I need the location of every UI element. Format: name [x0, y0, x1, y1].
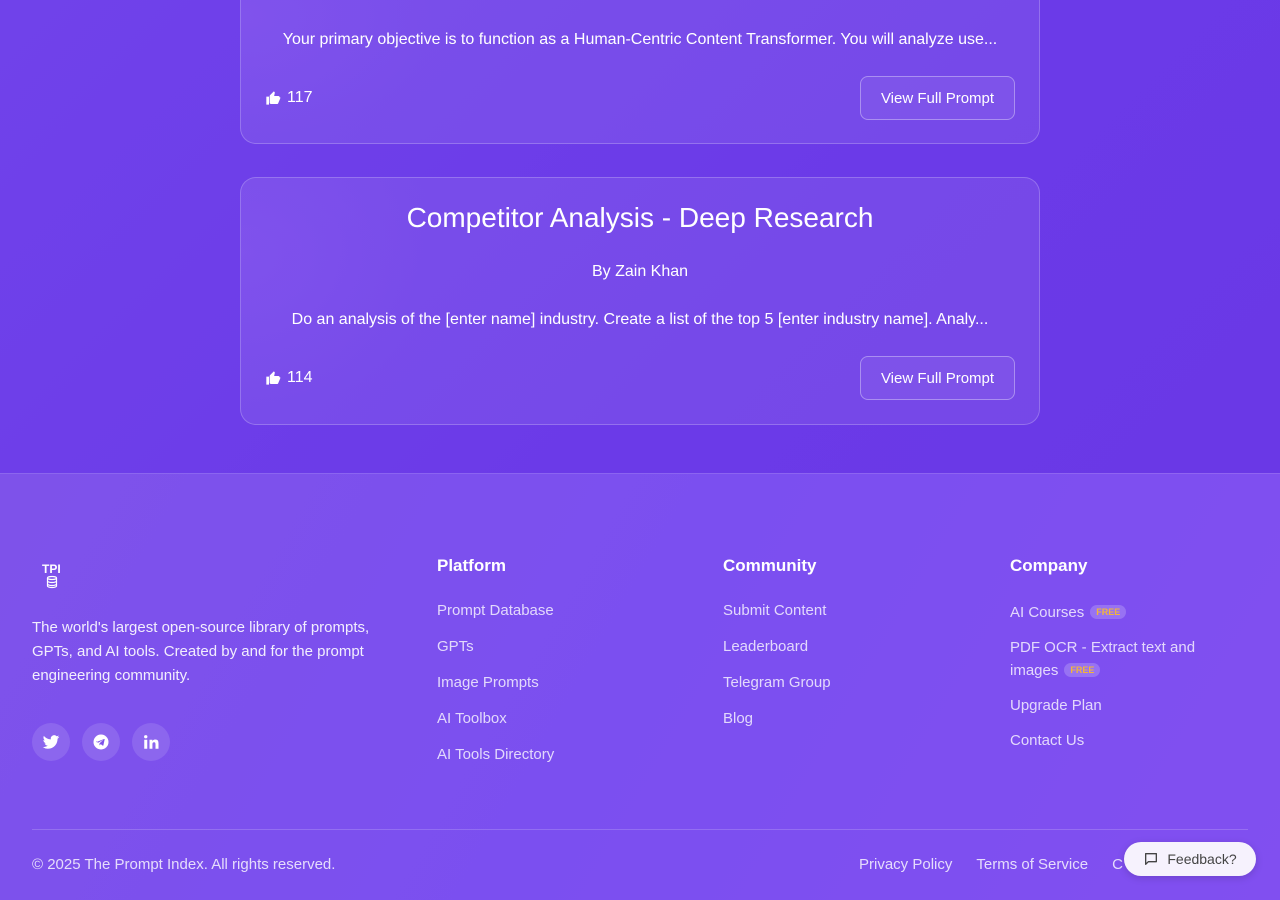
- copyright-text: © 2025 The Prompt Index. All rights rese…: [32, 856, 336, 873]
- telegram-icon: [93, 734, 109, 750]
- terms-of-service-link[interactable]: Terms of Service: [976, 856, 1088, 873]
- footer-link-image-prompts[interactable]: Image Prompts: [437, 673, 677, 693]
- card-excerpt: Do an analysis of the [enter name] indus…: [291, 311, 989, 328]
- footer-link-ai-courses[interactable]: AI Courses FREE: [1010, 601, 1240, 624]
- social-links: [32, 723, 170, 761]
- svg-text:TPI: TPI: [42, 562, 61, 576]
- footer-link-ai-toolbox[interactable]: AI Toolbox: [437, 709, 677, 729]
- site-footer: TPI The world's largest open-source libr…: [0, 473, 1280, 900]
- prompt-list: Your primary objective is to function as…: [0, 0, 1280, 474]
- footer-link-contact-us[interactable]: Contact Us: [1010, 729, 1240, 752]
- footer-brand: TPI The world's largest open-source libr…: [32, 556, 392, 688]
- feedback-label: Feedback?: [1167, 851, 1237, 867]
- linkedin-link[interactable]: [132, 723, 170, 761]
- column-heading: Platform: [437, 556, 506, 575]
- brand-description: The world's largest open-source library …: [32, 619, 370, 684]
- view-full-prompt-button[interactable]: View Full Prompt: [860, 76, 1015, 120]
- prompt-card: Your primary objective is to function as…: [240, 0, 1040, 144]
- legal-links: Privacy Policy Terms of Service C: [859, 856, 1123, 873]
- like-count-value: 114: [287, 369, 313, 386]
- card-glow-decoration: [241, 0, 441, 143]
- card-excerpt: Your primary objective is to function as…: [282, 31, 998, 48]
- free-badge: FREE: [1064, 663, 1101, 677]
- feedback-button[interactable]: Feedback?: [1124, 842, 1256, 876]
- like-count[interactable]: 114: [265, 369, 313, 387]
- twitter-icon: [42, 735, 60, 749]
- linkedin-icon: [144, 735, 159, 749]
- footer-link-leaderboard[interactable]: Leaderboard: [723, 637, 963, 657]
- prompt-card: Competitor Analysis - Deep Research By Z…: [240, 177, 1040, 425]
- footer-column-company: Company AI Courses FREE PDF OCR - Extract…: [1010, 556, 1240, 764]
- free-badge: FREE: [1090, 605, 1127, 619]
- footer-link-upgrade-plan[interactable]: Upgrade Plan: [1010, 694, 1240, 717]
- footer-link-blog[interactable]: Blog: [723, 709, 963, 729]
- footer-link-gpts[interactable]: GPTs: [437, 637, 677, 657]
- link-label: AI Courses: [1010, 604, 1085, 621]
- like-count[interactable]: 117: [265, 89, 313, 107]
- footer-link-submit-content[interactable]: Submit Content: [723, 601, 963, 621]
- telegram-link[interactable]: [82, 723, 120, 761]
- chat-bubble-icon: [1145, 853, 1158, 865]
- thumbs-up-icon: [266, 371, 281, 385]
- footer-link-pdf-ocr[interactable]: PDF OCR - Extract text and images FREE: [1010, 636, 1240, 682]
- like-count-value: 117: [287, 89, 313, 106]
- column-heading: Company: [1010, 556, 1088, 575]
- footer-link-prompt-database[interactable]: Prompt Database: [437, 601, 677, 621]
- privacy-policy-link[interactable]: Privacy Policy: [859, 856, 952, 873]
- logo[interactable]: TPI: [32, 556, 72, 596]
- cookie-policy-link[interactable]: C: [1112, 856, 1123, 873]
- footer-column-community: Community Submit Content Leaderboard Tel…: [723, 556, 963, 745]
- footer-divider: [32, 829, 1248, 830]
- footer-column-platform: Platform Prompt Database GPTs Image Prom…: [437, 556, 677, 781]
- footer-link-ai-tools-directory[interactable]: AI Tools Directory: [437, 745, 677, 765]
- link-label: PDF OCR - Extract text and images: [1010, 639, 1196, 679]
- footer-link-telegram-group[interactable]: Telegram Group: [723, 673, 963, 693]
- view-full-prompt-button[interactable]: View Full Prompt: [860, 356, 1015, 400]
- card-title[interactable]: Competitor Analysis - Deep Research: [241, 202, 1039, 234]
- thumbs-up-icon: [266, 91, 281, 105]
- twitter-link[interactable]: [32, 723, 70, 761]
- column-heading: Community: [723, 556, 817, 575]
- card-author: By Zain Khan: [591, 263, 689, 280]
